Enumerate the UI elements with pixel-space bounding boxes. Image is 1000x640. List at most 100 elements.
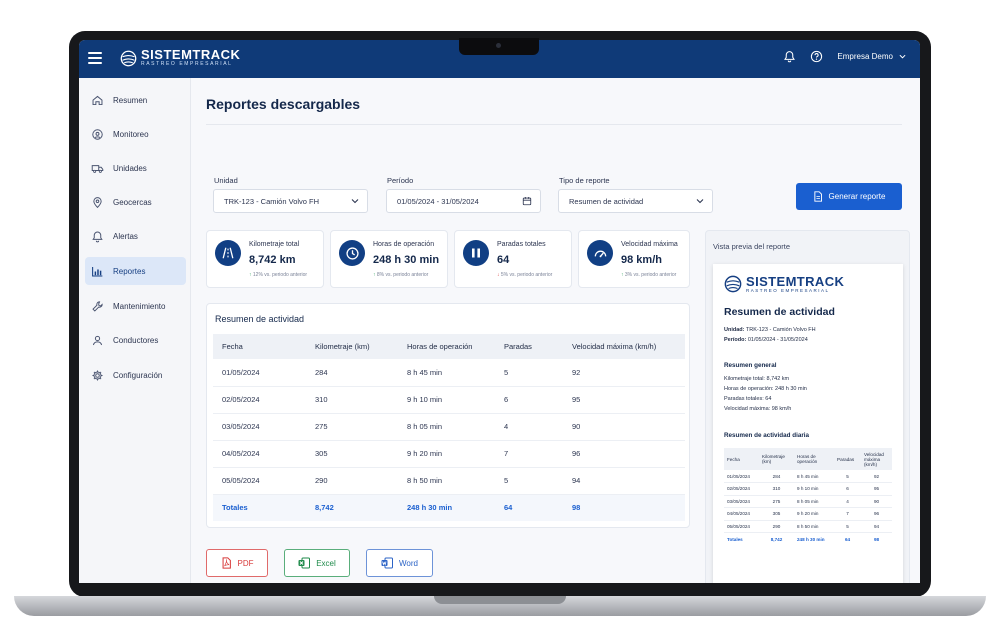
column-header: Paradas (834, 448, 861, 470)
cell-speed: 90 (861, 495, 892, 508)
summary-title: Resumen de actividad (215, 314, 305, 324)
kpi-trend: ↑ 3% vs. periodo anterior (621, 272, 676, 278)
kpi-value: 248 h 30 min (373, 254, 440, 266)
download-pdf-label: PDF (237, 558, 254, 568)
cell-stops: 6 (495, 386, 563, 414)
period-date-range-input[interactable]: 01/05/2024 - 31/05/2024 (386, 189, 541, 213)
table-row: 05/05/2024 290 8 h 50 min 5 94 (724, 520, 892, 533)
cell-stops: 5 (495, 359, 563, 387)
total-km: 8,742 (770, 536, 783, 542)
chevron-down-icon (696, 199, 704, 204)
general-line: Kilometraje total: 8,742 km (724, 376, 790, 382)
table-row: 02/05/2024 310 9 h 10 min 6 95 (724, 482, 892, 496)
cell-date: 01/05/2024 (213, 359, 306, 387)
column-header: Paradas (495, 334, 563, 359)
download-excel-label: Excel (316, 558, 336, 568)
column-header: Horas de operación (794, 448, 834, 470)
kpi-trend-value: 3% (624, 272, 633, 278)
kpi-trend-text: vs. periodo anterior (633, 272, 677, 278)
sidebar-item-configuracion[interactable]: Configuración (85, 361, 186, 389)
brand-tagline: RASTREO EMPRESARIAL (141, 61, 233, 67)
cell-speed: 94 (861, 520, 892, 533)
daily-activity-table: Fecha Kilometraje (km) Horas de operació… (724, 448, 892, 545)
sidebar-item-label: Geocercas (113, 197, 152, 207)
trend-up-arrow-icon: ↑ (621, 272, 624, 278)
totals-label: Totales (727, 536, 743, 542)
sidebar-item-unidades[interactable]: Unidades (85, 154, 186, 182)
kpi-label: Paradas totales (497, 241, 546, 248)
report-type-select[interactable]: Resumen de actividad (558, 189, 713, 213)
unit-select-value: TRK-123 - Camión Volvo FH (224, 196, 320, 206)
hamburger-menu-icon[interactable] (88, 52, 102, 64)
period-value: 01/05/2024 - 31/05/2024 (747, 337, 808, 343)
speedometer-icon (587, 240, 613, 266)
sidebar-item-label: Alertas (113, 231, 138, 241)
cell-stops: 6 (834, 482, 861, 496)
home-icon (92, 95, 103, 105)
brand-logo: SISTEMTRACK RASTREO EMPRESARIAL (120, 48, 240, 67)
sidebar-item-label: Mantenimiento (113, 301, 166, 311)
notifications-bell-icon[interactable] (783, 50, 796, 63)
generate-report-button[interactable]: Generar reporte (796, 183, 902, 210)
download-pdf-button[interactable]: PDF (206, 549, 268, 577)
sidebar-item-reportes[interactable]: Reportes (85, 257, 186, 285)
kpi-trend-value: 8% (376, 272, 385, 278)
cell-stops: 5 (495, 467, 563, 495)
kpi-value: 8,742 km (249, 254, 296, 266)
bell-icon (92, 231, 103, 242)
sidebar-item-label: Conductores (113, 335, 159, 345)
sidebar-item-geocercas[interactable]: Geocercas (85, 188, 186, 216)
help-icon[interactable] (810, 50, 823, 63)
table-row: 04/05/2024 305 9 h 20 min 7 96 (213, 440, 685, 468)
unit-key: Unidad: (724, 327, 745, 333)
report-type-label: Tipo de reporte (559, 176, 610, 185)
gear-icon (92, 369, 103, 381)
trend-up-arrow-icon: ↑ (373, 272, 376, 278)
cell-hours: 9 h 10 min (794, 482, 834, 496)
location-pin-icon (92, 128, 103, 140)
kpi-card-kilometraje: Kilometraje total 8,742 km ↑ 12% vs. per… (206, 230, 324, 288)
sidebar-item-mantenimiento[interactable]: Mantenimiento (85, 292, 186, 320)
truck-icon (91, 164, 104, 173)
download-word-button[interactable]: Word (366, 549, 433, 577)
total-speed: 98 (873, 536, 880, 542)
activity-table: Fecha Kilometraje (km) Horas de operació… (213, 334, 685, 521)
cell-stops: 5 (834, 470, 861, 483)
download-excel-button[interactable]: Excel (284, 549, 350, 577)
cell-hours: 9 h 10 min (398, 386, 495, 414)
cell-speed: 95 (563, 386, 685, 414)
cell-hours: 8 h 45 min (398, 359, 495, 387)
report-document-preview[interactable]: SISTEMTRACK RASTREO EMPRESARIAL Resumen … (713, 264, 903, 583)
cell-km: 275 (306, 413, 398, 441)
company-selector[interactable]: Empresa Demo (837, 52, 906, 61)
chevron-down-icon (899, 54, 906, 59)
cell-hours: 8 h 50 min (398, 467, 495, 495)
table-row: 03/05/2024 275 8 h 05 min 4 90 (213, 413, 685, 441)
wrench-icon (92, 300, 103, 312)
period-label: Período (387, 176, 414, 185)
cell-date: 01/05/2024 (724, 470, 759, 483)
kpi-value: 64 (497, 254, 510, 266)
kpi-card-velocidad: Velocidad máxima 98 km/h ↑ 3% vs. period… (578, 230, 690, 288)
cell-km: 310 (759, 482, 794, 496)
general-line: Paradas totales: 64 (724, 396, 772, 402)
table-header-row: Fecha Kilometraje (km) Horas de operació… (724, 448, 892, 470)
globe-logo-icon (120, 50, 137, 66)
sidebar-item-resumen[interactable]: Resumen (85, 86, 186, 114)
table-row: 01/05/2024 284 8 h 45 min 5 92 (213, 359, 685, 387)
table-header-row: Fecha Kilometraje (km) Horas de operació… (213, 334, 685, 359)
cell-date: 02/05/2024 (724, 482, 759, 496)
trend-down-arrow-icon: ↓ (497, 272, 500, 278)
cell-km: 305 (306, 440, 398, 468)
cell-stops: 4 (834, 495, 861, 508)
unit-select[interactable]: TRK-123 - Camión Volvo FH (213, 189, 368, 213)
sidebar-item-alertas[interactable]: Alertas (85, 222, 186, 250)
table-row: 02/05/2024 310 9 h 10 min 6 95 (213, 386, 685, 414)
cell-hours: 9 h 20 min (794, 507, 834, 521)
sidebar-item-conductores[interactable]: Conductores (85, 326, 186, 354)
sidebar-item-monitoreo[interactable]: Monitoreo (85, 120, 186, 148)
cell-speed: 95 (861, 482, 892, 496)
sidebar-item-label: Resumen (113, 95, 148, 105)
totals-row: Totales 8,742 248 h 30 min 64 98 (724, 533, 892, 546)
chevron-down-icon (351, 199, 359, 204)
